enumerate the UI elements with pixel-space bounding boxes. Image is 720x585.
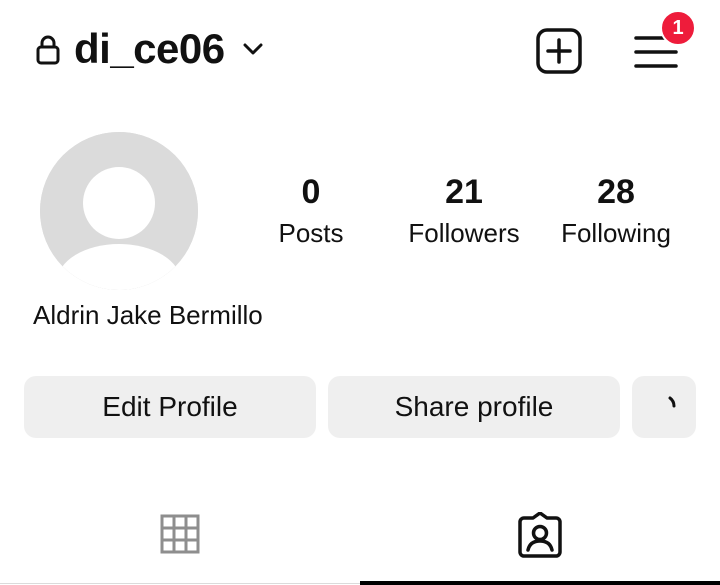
profile-header: di_ce06 1 — [0, 0, 720, 100]
plus-square-icon[interactable] — [534, 28, 584, 74]
profile-avatar[interactable] — [40, 132, 198, 290]
stat-following[interactable]: 28 Following — [548, 172, 684, 250]
chevron-down-icon[interactable] — [240, 38, 266, 60]
following-label: Following — [561, 218, 671, 248]
username-switcher[interactable]: di_ce06 — [74, 24, 225, 74]
discover-people-button[interactable] — [632, 376, 696, 438]
notification-badge: 1 — [660, 10, 696, 46]
tagged-person-icon — [518, 512, 562, 558]
edit-profile-button[interactable]: Edit Profile — [24, 376, 316, 438]
tab-posts-grid[interactable] — [0, 500, 360, 585]
profile-full-name: Aldrin Jake Bermillo — [33, 300, 263, 330]
lock-icon — [36, 35, 60, 65]
tab-tagged[interactable] — [360, 500, 720, 585]
grid-icon — [160, 514, 200, 554]
following-count: 28 — [597, 173, 635, 211]
share-profile-button[interactable]: Share profile — [328, 376, 620, 438]
stat-followers[interactable]: 21 Followers — [396, 172, 532, 250]
default-avatar-icon — [40, 132, 198, 290]
loading-spinner-icon — [668, 396, 676, 408]
stat-posts[interactable]: 0 Posts — [256, 172, 366, 250]
posts-label: Posts — [278, 218, 344, 248]
posts-count: 0 — [301, 173, 321, 211]
followers-label: Followers — [408, 218, 520, 248]
tab-baseline-divider — [0, 583, 360, 584]
active-tab-indicator — [360, 581, 720, 585]
profile-screen: di_ce06 1 0 Posts 21 Followers 28 Follow… — [0, 0, 720, 585]
followers-count: 21 — [445, 173, 483, 211]
